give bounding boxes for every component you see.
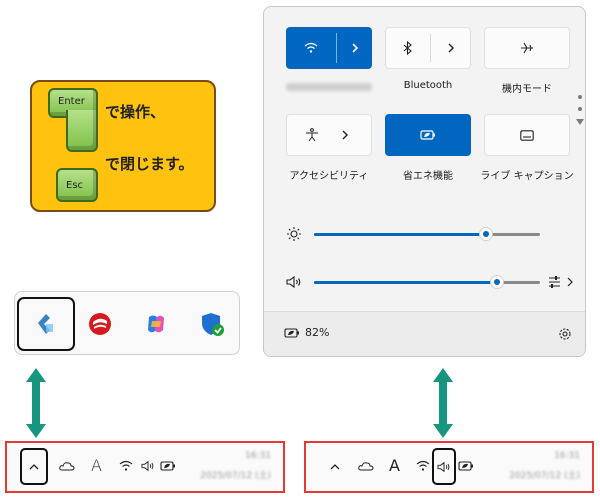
chevron-right-icon <box>448 43 454 53</box>
accessibility-expand-button[interactable] <box>333 115 357 155</box>
wifi-icon[interactable] <box>416 460 430 472</box>
wifi-icon <box>304 42 318 53</box>
taskbar-tray-left: A 16:31 2025/07/12 (土) <box>5 441 285 493</box>
quick-settings-panel: Bluetooth 機内モード アクセシビリティ 省エネ機能 ライブ キャプショ… <box>263 6 586 357</box>
wifi-icon[interactable] <box>119 460 133 472</box>
battery-leaf-icon <box>420 130 435 140</box>
ime-mode-icon[interactable]: A <box>389 456 400 475</box>
tile-label-live-captions: ライブ キャプション <box>480 171 574 182</box>
battery-percent: 82% <box>305 326 330 339</box>
audio-output-button[interactable] <box>546 273 576 291</box>
chevron-up-icon <box>29 463 39 469</box>
brightness-slider-thumb[interactable] <box>479 228 492 240</box>
chevron-right-icon <box>342 130 348 140</box>
trend-micro-icon <box>89 313 111 335</box>
hint-line-2: で閉じます。 <box>105 155 194 173</box>
battery-leaf-icon[interactable] <box>160 459 178 473</box>
accessibility-icon <box>306 128 318 142</box>
volume-icon[interactable] <box>140 460 156 472</box>
volume-slider-fill <box>314 281 498 284</box>
captions-icon <box>520 129 534 141</box>
airplane-icon <box>521 42 533 54</box>
audio-mixer-icon <box>549 276 573 288</box>
battery-leaf-icon <box>284 327 299 338</box>
battery-leaf-icon[interactable] <box>458 459 476 473</box>
tile-accessibility[interactable] <box>286 114 372 156</box>
tile-label-bluetooth: Bluetooth <box>403 80 453 91</box>
enter-key-stem <box>66 110 98 152</box>
overflow-item-copilot[interactable] <box>129 300 183 348</box>
wifi-expand-button[interactable] <box>337 27 372 69</box>
overflow-item-copilot-lens[interactable] <box>17 297 75 351</box>
onedrive-cloud-icon[interactable] <box>59 461 75 471</box>
volume-icon <box>437 461 450 472</box>
tile-live-captions[interactable] <box>484 114 570 156</box>
tile-wifi[interactable] <box>286 27 372 69</box>
esc-key-label: Esc <box>66 180 84 191</box>
copilot-icon <box>148 315 164 333</box>
brightness-slider[interactable] <box>314 225 540 243</box>
overflow-item-trend-micro[interactable] <box>73 300 127 348</box>
tile-bluetooth[interactable] <box>385 27 471 69</box>
wifi-toggle[interactable] <box>286 27 336 69</box>
brightness-icon <box>287 227 301 241</box>
page-dot-2[interactable] <box>578 107 582 111</box>
onedrive-cloud-icon[interactable] <box>358 461 374 471</box>
copilot-lens-icon <box>38 314 53 334</box>
bluetooth-toggle[interactable] <box>386 28 430 68</box>
taskbar-tray-right: A 16:31 2025/07/12 (土) <box>304 441 594 493</box>
overflow-item-defender[interactable] <box>185 300 239 348</box>
tile-label-energy-saver: 省エネ機能 <box>403 171 453 182</box>
volume-icon[interactable] <box>286 275 302 289</box>
page-dot-1[interactable] <box>578 95 582 99</box>
ime-mode-icon[interactable]: A <box>91 456 102 475</box>
brightness-slider-fill <box>314 233 486 236</box>
double-arrow-right <box>433 368 453 438</box>
chevron-right-icon <box>351 43 358 53</box>
quick-settings-footer: 82% <box>264 311 585 356</box>
enter-key-label: Enter <box>58 96 85 107</box>
bluetooth-icon <box>403 41 412 55</box>
show-hidden-icons-button[interactable] <box>20 448 48 485</box>
bluetooth-expand-button[interactable] <box>431 28 471 68</box>
battery-status[interactable]: 82% <box>284 326 329 339</box>
chevron-up-icon[interactable] <box>330 464 340 470</box>
volume-slider[interactable] <box>314 273 540 291</box>
accessibility-toggle[interactable] <box>287 115 337 155</box>
keyboard-hint-card: Enter で操作、 Esc で閉じます。 <box>30 80 216 212</box>
chevron-down-icon[interactable] <box>576 119 584 125</box>
double-arrow-left <box>26 368 46 438</box>
clock-time[interactable]: 16:31 <box>245 451 271 461</box>
gear-icon[interactable] <box>558 327 572 341</box>
wifi-network-name <box>286 83 372 91</box>
defender-shield-icon <box>202 313 224 336</box>
clock-date[interactable]: 2025/07/12 (土) <box>509 468 580 481</box>
clock-date[interactable]: 2025/07/12 (土) <box>200 468 271 481</box>
hint-line-1: で操作、 <box>105 103 166 121</box>
tile-energy-saver[interactable] <box>385 114 471 156</box>
tile-label-airplane: 機内モード <box>502 84 552 95</box>
clock-time[interactable]: 16:31 <box>554 451 580 461</box>
quick-settings-button[interactable] <box>432 448 456 485</box>
tile-label-accessibility: アクセシビリティ <box>289 171 369 182</box>
system-tray-overflow <box>14 291 240 355</box>
volume-slider-thumb[interactable] <box>491 276 504 288</box>
tile-airplane[interactable] <box>484 27 570 69</box>
